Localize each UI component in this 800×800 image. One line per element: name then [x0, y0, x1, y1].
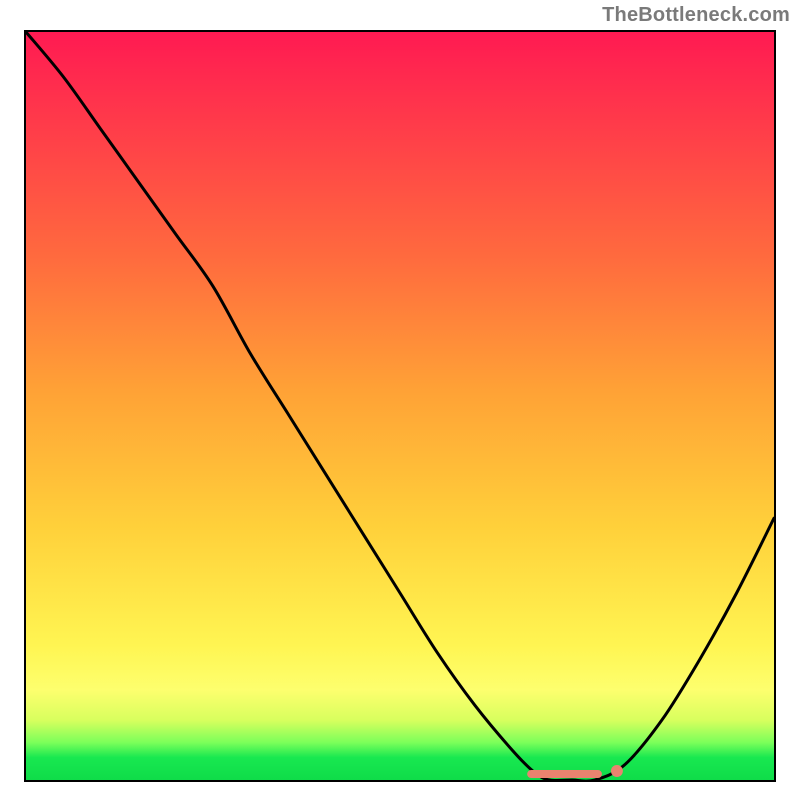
- bottleneck-curve: [26, 32, 774, 780]
- chart-stage: TheBottleneck.com: [0, 0, 800, 800]
- attribution-label: TheBottleneck.com: [602, 4, 790, 27]
- plot-area: [24, 30, 776, 782]
